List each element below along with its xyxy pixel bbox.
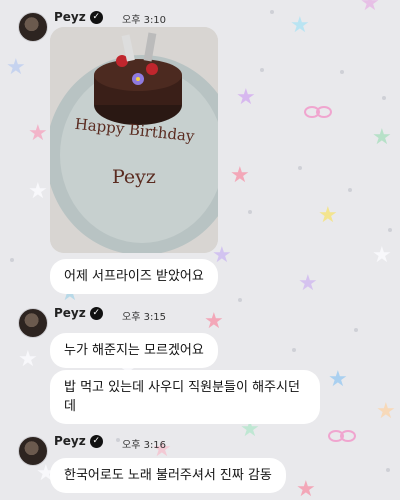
avatar[interactable] (18, 308, 48, 338)
sender-name: Peyz (54, 306, 86, 320)
message-time: 오후 3:10 (122, 15, 167, 26)
message-bubble[interactable]: 누가 해준지는 모르겠어요 (50, 333, 218, 368)
svg-text:★: ★ (318, 203, 338, 228)
sender-header: Peyz ✓ (54, 434, 103, 448)
sender-header: Peyz ✓ (54, 10, 103, 24)
verified-badge-icon: ✓ (89, 306, 103, 320)
svg-text:★: ★ (376, 399, 396, 424)
svg-text:★: ★ (18, 347, 38, 372)
message-bubble[interactable]: 어제 서프라이즈 받았어요 (50, 259, 218, 294)
svg-text:★: ★ (290, 13, 310, 38)
cake-photo-image: Happy Birthday Peyz (50, 27, 218, 253)
svg-text:★: ★ (236, 85, 256, 110)
svg-text:★: ★ (28, 179, 48, 204)
svg-text:★: ★ (328, 367, 348, 392)
avatar[interactable] (18, 436, 48, 466)
cake-photo[interactable]: Happy Birthday Peyz (50, 27, 218, 253)
sender-name: Peyz (54, 10, 86, 24)
verified-badge-icon: ✓ (89, 434, 103, 448)
svg-text:★: ★ (298, 271, 318, 296)
avatar[interactable] (18, 12, 48, 42)
verified-badge-icon: ✓ (89, 10, 103, 24)
message-bubble[interactable]: 한국어로도 노래 불러주셔서 진짜 감동 (50, 458, 286, 493)
svg-text:★: ★ (360, 0, 380, 16)
svg-text:★: ★ (28, 121, 48, 146)
svg-text:★: ★ (372, 243, 392, 268)
message-bubble[interactable]: 밥 먹고 있는데 사우디 직원분들이 해주시던 데 (50, 370, 320, 424)
sender-header: Peyz ✓ (54, 306, 103, 320)
cake-text-line-2: Peyz (112, 166, 156, 188)
message-time: 오후 3:16 (122, 440, 167, 451)
message-time: 오후 3:15 (122, 312, 167, 323)
svg-text:★: ★ (204, 309, 224, 334)
svg-text:★: ★ (296, 477, 316, 500)
svg-text:★: ★ (230, 163, 250, 188)
svg-text:★: ★ (372, 125, 392, 150)
sender-name: Peyz (54, 434, 86, 448)
svg-text:★: ★ (6, 55, 26, 80)
